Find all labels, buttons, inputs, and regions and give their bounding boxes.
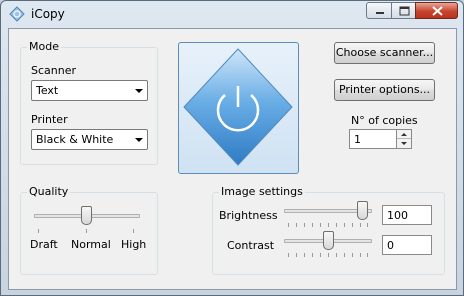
power-icon <box>183 48 293 166</box>
window-title: iCopy <box>31 7 65 21</box>
app-window: iCopy Mode Scanner Text Printer Black & … <box>0 0 464 296</box>
brightness-slider-ticks <box>288 223 368 227</box>
stepper-up-icon[interactable] <box>397 130 411 139</box>
contrast-slider-ticks <box>288 253 368 257</box>
brightness-slider-thumb[interactable] <box>357 201 368 220</box>
chevron-down-icon <box>135 138 143 142</box>
brightness-input[interactable]: 100 <box>382 205 432 225</box>
copies-input[interactable]: 1 <box>349 129 397 149</box>
contrast-label: Contrast <box>227 239 275 252</box>
printer-select-value: Black & White <box>36 133 114 146</box>
maximize-icon <box>399 6 410 16</box>
printer-select[interactable]: Black & White <box>31 129 148 150</box>
quality-tick-normal: Normal <box>71 238 111 251</box>
mode-group-title: Mode <box>27 40 61 53</box>
copies-stepper[interactable] <box>396 129 412 149</box>
app-icon <box>9 6 25 22</box>
close-icon <box>432 6 443 16</box>
copies-label: N° of copies <box>351 114 418 127</box>
quality-slider-ticks <box>38 229 134 233</box>
brightness-label: Brightness <box>219 209 278 222</box>
quality-slider-thumb[interactable] <box>80 206 92 225</box>
quality-group-title: Quality <box>27 185 71 198</box>
contrast-input[interactable]: 0 <box>382 235 432 255</box>
scanner-select-value: Text <box>36 84 59 97</box>
contrast-slider-thumb[interactable] <box>322 231 334 250</box>
printer-options-button[interactable]: Printer options... <box>334 79 435 101</box>
minimize-icon <box>376 12 384 14</box>
quality-group: Quality <box>20 185 158 275</box>
scanner-label: Scanner <box>31 64 77 77</box>
copy-start-button[interactable] <box>178 42 299 174</box>
quality-tick-draft: Draft <box>30 238 58 251</box>
client-area: Mode Scanner Text Printer Black & White <box>8 28 457 290</box>
scanner-select[interactable]: Text <box>31 80 148 101</box>
stepper-down-icon[interactable] <box>397 139 411 148</box>
title-bar[interactable]: iCopy <box>1 1 463 27</box>
close-button[interactable] <box>415 2 458 19</box>
printer-label: Printer <box>31 113 68 126</box>
minimize-button[interactable] <box>366 2 392 19</box>
chevron-down-icon <box>135 89 143 93</box>
maximize-button[interactable] <box>391 2 416 19</box>
choose-scanner-button[interactable]: Choose scanner... <box>334 42 435 64</box>
quality-tick-high: High <box>121 238 147 251</box>
image-settings-group-title: Image settings <box>219 185 305 198</box>
